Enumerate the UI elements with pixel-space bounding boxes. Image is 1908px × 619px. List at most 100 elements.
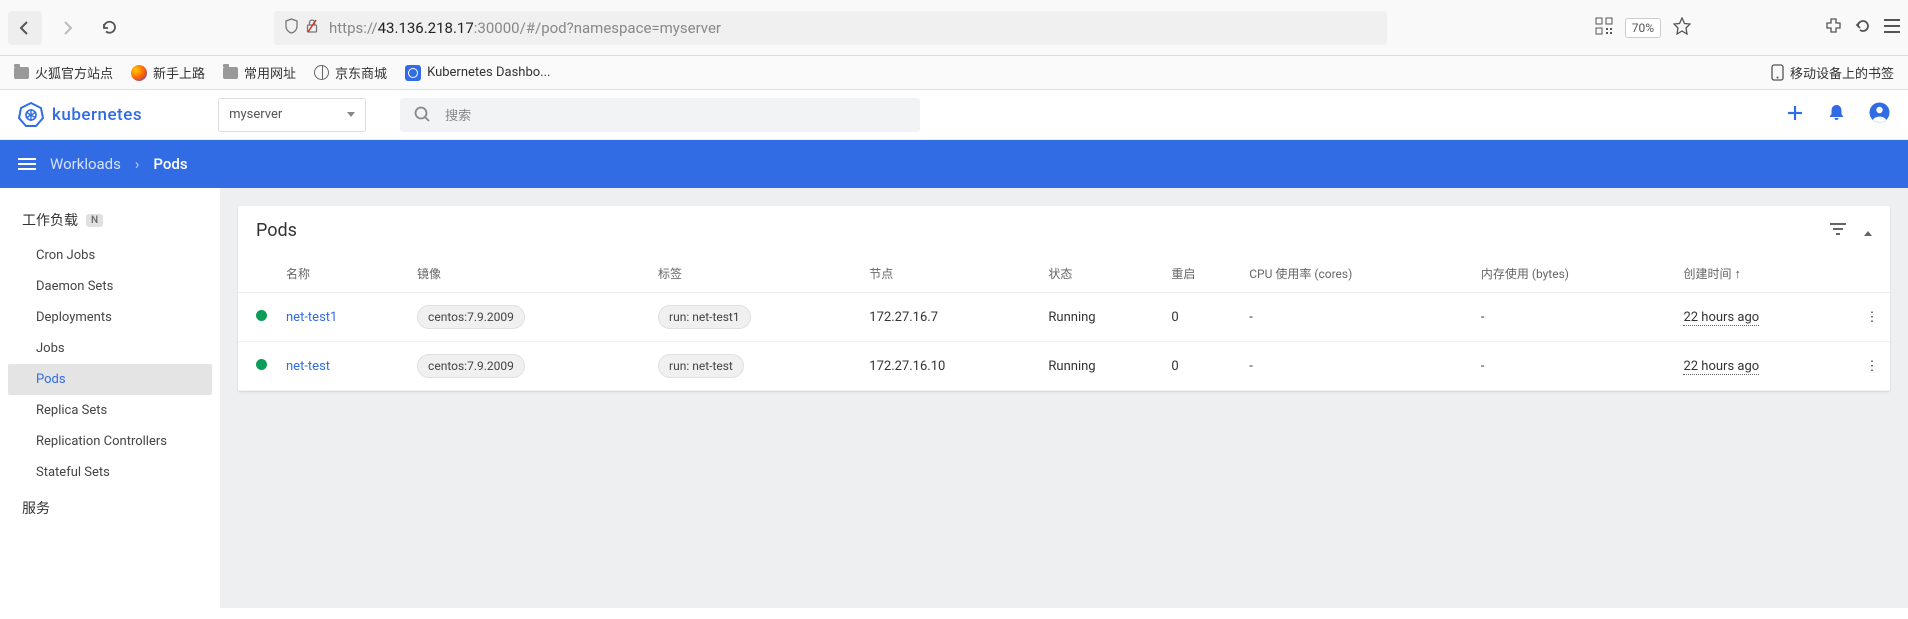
status-cell: Running xyxy=(1040,293,1163,342)
label-chip: run: net-test xyxy=(658,354,744,378)
filter-icon[interactable] xyxy=(1830,221,1846,240)
bookmark-firefox-official[interactable]: 火狐官方站点 xyxy=(14,63,113,82)
sidebar-header-services[interactable]: 服务 xyxy=(0,488,220,528)
url-bar[interactable]: https://43.136.218.17:30000/#/pod?namesp… xyxy=(274,11,1387,45)
status-running-icon xyxy=(256,359,267,370)
sidebar-item-statefulsets[interactable]: Stateful Sets xyxy=(0,457,220,488)
sidebar-item-cronjobs[interactable]: Cron Jobs xyxy=(0,240,220,271)
table-row: net-test centos:7.9.2009 run: net-test 1… xyxy=(238,342,1890,391)
card-title: Pods xyxy=(256,220,1812,241)
col-restarts[interactable]: 重启 xyxy=(1163,255,1241,293)
col-status xyxy=(238,255,278,293)
search-placeholder: 搜索 xyxy=(445,105,471,124)
col-cpu[interactable]: CPU 使用率 (cores) xyxy=(1241,255,1473,293)
status-cell: Running xyxy=(1040,342,1163,391)
pod-name-link[interactable]: net-test xyxy=(286,359,330,374)
user-account-icon[interactable] xyxy=(1869,102,1890,128)
logo-text: kubernetes xyxy=(52,105,142,125)
cpu-cell: - xyxy=(1241,293,1473,342)
sort-arrow-icon: ↑ xyxy=(1734,267,1741,282)
nav-back-button[interactable] xyxy=(8,11,42,45)
kubernetes-logo[interactable]: kubernetes xyxy=(18,102,142,128)
mobile-icon xyxy=(1771,64,1784,81)
node-cell: 172.27.16.10 xyxy=(861,342,1040,391)
col-status-text[interactable]: 状态 xyxy=(1040,255,1163,293)
url-host: 43.136.218.17 xyxy=(378,19,474,37)
bookmark-jd[interactable]: 京东商城 xyxy=(314,63,387,82)
restarts-cell: 0 xyxy=(1163,293,1241,342)
breadcrumb-workloads[interactable]: Workloads xyxy=(50,155,121,173)
sidebar-item-deployments[interactable]: Deployments xyxy=(0,302,220,333)
col-image[interactable]: 镜像 xyxy=(409,255,650,293)
pods-table: 名称 镜像 标签 节点 状态 重启 CPU 使用率 (cores) 内存使用 (… xyxy=(238,255,1890,391)
sidebar: 工作负载 N Cron Jobs Daemon Sets Deployments… xyxy=(0,188,220,608)
col-memory[interactable]: 内存使用 (bytes) xyxy=(1473,255,1676,293)
namespace-badge: N xyxy=(86,214,103,227)
col-created[interactable]: 创建时间 ↑ xyxy=(1675,255,1854,293)
created-cell: 22 hours ago xyxy=(1683,359,1759,375)
content-area: Pods 名称 镜像 标签 节点 状态 重启 CPU 使用率 (cores) xyxy=(220,188,1908,608)
pod-name-link[interactable]: net-test1 xyxy=(286,310,337,325)
url-protocol: https:// xyxy=(329,19,378,37)
folder-icon xyxy=(223,67,238,79)
search-box[interactable]: 搜索 xyxy=(400,98,920,132)
bookmark-common-urls[interactable]: 常用网址 xyxy=(223,63,296,82)
namespace-value: myserver xyxy=(229,107,282,122)
search-icon xyxy=(414,106,431,123)
bookmark-k8s-dashboard[interactable]: Kubernetes Dashbo... xyxy=(405,65,550,81)
zoom-level[interactable]: 70% xyxy=(1625,18,1661,38)
nav-reload-button[interactable] xyxy=(92,11,126,45)
mobile-bookmarks[interactable]: 移动设备上的书签 xyxy=(1771,63,1894,82)
app-header: kubernetes myserver 搜索 xyxy=(0,90,1908,140)
table-header-row: 名称 镜像 标签 节点 状态 重启 CPU 使用率 (cores) 内存使用 (… xyxy=(238,255,1890,293)
label-chip: run: net-test1 xyxy=(658,305,751,329)
bookmarks-bar: 火狐官方站点 新手上路 常用网址 京东商城 Kubernetes Dashbo.… xyxy=(0,56,1908,90)
restarts-cell: 0 xyxy=(1163,342,1241,391)
mem-cell: - xyxy=(1473,342,1676,391)
row-actions-button[interactable]: ⋮ xyxy=(1854,342,1890,391)
mem-cell: - xyxy=(1473,293,1676,342)
firefox-icon xyxy=(131,65,147,81)
nav-forward-button[interactable] xyxy=(50,11,84,45)
undo-icon[interactable] xyxy=(1854,17,1872,39)
sidebar-item-jobs[interactable]: Jobs xyxy=(0,333,220,364)
sidebar-item-replicasets[interactable]: Replica Sets xyxy=(0,395,220,426)
sidebar-item-replicationcontrollers[interactable]: Replication Controllers xyxy=(0,426,220,457)
chevron-down-icon xyxy=(347,112,355,117)
folder-icon xyxy=(14,67,29,79)
col-name[interactable]: 名称 xyxy=(278,255,409,293)
node-cell: 172.27.16.7 xyxy=(861,293,1040,342)
kubernetes-icon xyxy=(405,65,421,81)
url-path: :30000/#/pod?namespace=myserver xyxy=(474,19,721,37)
chevron-right-icon: › xyxy=(135,155,140,173)
pods-card: Pods 名称 镜像 标签 节点 状态 重启 CPU 使用率 (cores) xyxy=(238,206,1890,391)
col-labels[interactable]: 标签 xyxy=(650,255,861,293)
kubernetes-heptagon-icon xyxy=(18,102,44,128)
created-cell: 22 hours ago xyxy=(1683,310,1759,326)
shield-icon xyxy=(284,18,299,38)
bookmark-star-icon[interactable] xyxy=(1673,17,1691,39)
sidebar-item-daemonsets[interactable]: Daemon Sets xyxy=(0,271,220,302)
bookmark-getting-started[interactable]: 新手上路 xyxy=(131,63,205,82)
breadcrumb-bar: Workloads › Pods xyxy=(0,140,1908,188)
globe-icon xyxy=(314,65,329,80)
sidebar-item-pods[interactable]: Pods xyxy=(8,364,212,395)
sidebar-header-workloads[interactable]: 工作负载 N xyxy=(0,200,220,240)
namespace-select[interactable]: myserver xyxy=(218,98,366,132)
notifications-icon[interactable] xyxy=(1828,103,1845,127)
lock-icon xyxy=(305,18,319,38)
qr-icon[interactable] xyxy=(1595,17,1613,39)
status-running-icon xyxy=(256,310,267,321)
extension-icon[interactable] xyxy=(1825,17,1842,38)
image-chip: centos:7.9.2009 xyxy=(417,305,525,329)
main-content: 工作负载 N Cron Jobs Daemon Sets Deployments… xyxy=(0,188,1908,608)
hamburger-menu[interactable] xyxy=(18,158,36,170)
create-button[interactable] xyxy=(1786,103,1804,127)
row-actions-button[interactable]: ⋮ xyxy=(1854,293,1890,342)
collapse-icon[interactable] xyxy=(1864,221,1872,240)
cpu-cell: - xyxy=(1241,342,1473,391)
breadcrumb-pods: Pods xyxy=(153,155,187,173)
browser-toolbar: https://43.136.218.17:30000/#/pod?namesp… xyxy=(0,0,1908,56)
menu-icon[interactable] xyxy=(1884,19,1900,37)
col-node[interactable]: 节点 xyxy=(861,255,1040,293)
